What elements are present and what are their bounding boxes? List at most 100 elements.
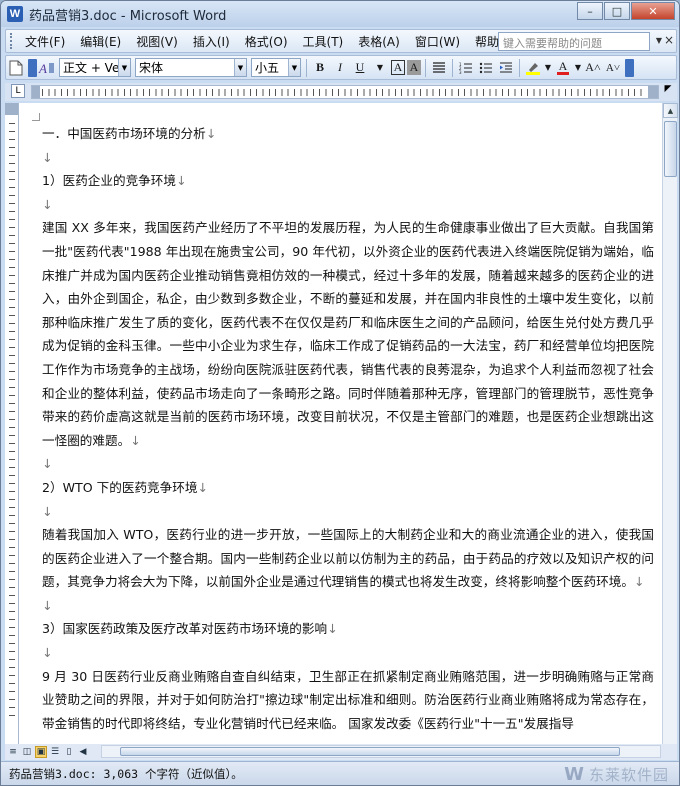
vertical-ruler[interactable] xyxy=(5,103,19,744)
grow-font-button[interactable]: A˄ xyxy=(584,58,602,78)
help-dropdown-arrow-icon[interactable]: ▼ xyxy=(656,36,662,45)
highlight-icon[interactable] xyxy=(524,58,542,78)
toolbar-separator xyxy=(306,58,307,77)
title-bar[interactable]: W 药品营销3.doc - Microsoft Word – □ ✕ xyxy=(1,1,679,27)
horizontal-scrollbar[interactable] xyxy=(101,745,661,758)
word-app-icon[interactable]: W xyxy=(7,6,23,22)
minimize-button[interactable]: – xyxy=(577,2,603,20)
watermark-logo-icon: W xyxy=(564,764,585,785)
toolbar-separator xyxy=(519,58,520,77)
menu-view[interactable]: 视图(V) xyxy=(131,31,183,52)
font-size-value: 小五 xyxy=(255,61,280,75)
hscroll-thumb[interactable] xyxy=(120,747,620,756)
empty-paragraph[interactable]: ↓ xyxy=(42,146,654,170)
web-layout-icon[interactable]: ◫ xyxy=(21,746,33,758)
watermark-text: 东莱软件园 xyxy=(588,766,669,784)
scroll-thumb[interactable] xyxy=(664,121,677,177)
print-layout-icon[interactable]: ▣ xyxy=(35,746,47,758)
chevron-down-icon[interactable]: ▼ xyxy=(288,59,300,76)
status-text: 药品营销3.doc: 3,063 个字符（近似值）。 xyxy=(9,767,243,781)
style-dropdown[interactable]: 正文 + Ver ▼ xyxy=(59,58,131,77)
heading-section[interactable]: 一．中国医药市场环境的分析↓ xyxy=(42,122,654,146)
word-window: W 药品营销3.doc - Microsoft Word – □ ✕ 文件(F)… xyxy=(0,0,680,786)
chevron-down-icon[interactable]: ▼ xyxy=(118,59,130,76)
vruler-ticks xyxy=(9,123,15,723)
empty-paragraph[interactable]: ↓ xyxy=(42,452,654,476)
styles-pane-icon[interactable]: A xyxy=(38,58,56,78)
normal-view-icon[interactable]: ≡ xyxy=(7,746,19,758)
underline-button[interactable]: U xyxy=(351,58,369,78)
char-border-button[interactable]: A xyxy=(391,60,405,75)
horizontal-ruler[interactable] xyxy=(31,85,659,99)
bold-button[interactable]: B xyxy=(311,58,329,78)
menu-insert[interactable]: 插入(I) xyxy=(188,31,235,52)
indent-icon[interactable] xyxy=(497,58,515,78)
shrink-font-button[interactable]: A˅ xyxy=(604,58,622,78)
body-paragraph-2[interactable]: 随着我国加入 WTO，医药行业的进一步开放，一些国际上的大制药企业和大的商业流通… xyxy=(42,523,654,594)
font-color-button[interactable]: A xyxy=(554,58,572,78)
chevron-down-icon[interactable]: ▼ xyxy=(234,59,246,76)
empty-paragraph[interactable]: ↓ xyxy=(42,500,654,524)
menu-table[interactable]: 表格(A) xyxy=(353,31,405,52)
window-controls: – □ ✕ xyxy=(577,2,675,20)
bullets-icon[interactable] xyxy=(477,58,495,78)
close-button[interactable]: ✕ xyxy=(631,2,675,20)
body-paragraph-3[interactable]: 9 月 30 日医药行业反商业贿赂自查自纠结束，卫生部正在抓紧制定商业贿赂范围，… xyxy=(42,665,654,736)
empty-paragraph[interactable]: ↓ xyxy=(42,641,654,665)
ruler-indent-marker-icon[interactable]: ◤ xyxy=(661,84,675,98)
view-and-hscroll-bar: ≡ ◫ ▣ ☰ ▯ ◀ xyxy=(5,744,677,760)
svg-text:3: 3 xyxy=(459,70,462,74)
crop-mark xyxy=(32,113,40,121)
highlight-dropdown-icon[interactable]: ▼ xyxy=(544,58,552,78)
underline-dropdown-icon[interactable]: ▼ xyxy=(371,58,389,78)
vruler-top-margin xyxy=(5,103,18,115)
font-color-swatch xyxy=(557,72,569,75)
char-shading-button[interactable]: A xyxy=(407,60,421,75)
svg-text:A: A xyxy=(38,61,47,76)
ruler-right-margin[interactable] xyxy=(648,86,658,98)
maximize-button[interactable]: □ xyxy=(604,2,630,20)
status-bar: 药品营销3.doc: 3,063 个字符（近似值）。 W 东莱软件园 xyxy=(1,761,679,785)
window-title: 药品营销3.doc - Microsoft Word xyxy=(29,8,227,24)
font-color-label: A xyxy=(558,59,568,73)
vertical-scrollbar[interactable]: ▲ xyxy=(662,103,678,744)
watermark: W 东莱软件园 xyxy=(564,764,669,785)
menubar-grip[interactable] xyxy=(10,33,16,49)
menu-file[interactable]: 文件(F) xyxy=(20,31,70,52)
toolbar-separator xyxy=(425,58,426,77)
help-search-input[interactable]: 键入需要帮助的问题 xyxy=(498,32,650,51)
ruler-row: L ◤ xyxy=(5,83,677,101)
subheading-2[interactable]: 2）WTO 下的医药竞争环境↓ xyxy=(42,476,654,500)
toolbar-options-icon[interactable] xyxy=(28,58,37,77)
new-document-icon[interactable] xyxy=(7,58,25,78)
menu-bar: 文件(F) 编辑(E) 视图(V) 插入(I) 格式(O) 工具(T) 表格(A… xyxy=(5,29,677,53)
body-paragraph-1[interactable]: 建国 XX 多年来，我国医药产业经历了不平坦的发展历程，为人民的生命健康事业做出… xyxy=(42,216,654,452)
toolbar-overflow-icon[interactable] xyxy=(625,58,634,77)
subheading-1[interactable]: 1）医药企业的竞争环境↓ xyxy=(42,169,654,193)
document-page[interactable]: 一．中国医药市场环境的分析↓ ↓ 1）医药企业的竞争环境↓ ↓ 建国 XX 多年… xyxy=(20,103,658,744)
toolbar-separator xyxy=(452,58,453,77)
menu-edit[interactable]: 编辑(E) xyxy=(75,31,126,52)
tab-selector-button[interactable]: L xyxy=(11,84,25,98)
empty-paragraph[interactable]: ↓ xyxy=(42,193,654,217)
subheading-3[interactable]: 3）国家医药政策及医疗改革对医药市场环境的影响↓ xyxy=(42,617,654,641)
ruler-left-margin[interactable] xyxy=(32,86,40,98)
close-document-button[interactable]: × xyxy=(664,33,674,47)
numbering-icon[interactable]: 123 xyxy=(457,58,475,78)
italic-button[interactable]: I xyxy=(331,58,349,78)
font-dropdown[interactable]: 宋体 ▼ xyxy=(135,58,247,77)
font-color-dropdown-icon[interactable]: ▼ xyxy=(574,58,582,78)
scroll-left-icon[interactable]: ◀ xyxy=(77,746,89,758)
outline-view-icon[interactable]: ☰ xyxy=(49,746,61,758)
font-value: 宋体 xyxy=(139,61,164,75)
font-size-dropdown[interactable]: 小五 ▼ xyxy=(251,58,301,77)
ruler-ticks xyxy=(42,89,646,96)
align-justify-icon[interactable] xyxy=(430,58,448,78)
scroll-up-icon[interactable]: ▲ xyxy=(663,103,678,118)
menu-window[interactable]: 窗口(W) xyxy=(410,31,465,52)
menu-format[interactable]: 格式(O) xyxy=(240,31,293,52)
empty-paragraph[interactable]: ↓ xyxy=(42,594,654,618)
document-body[interactable]: 一．中国医药市场环境的分析↓ ↓ 1）医药企业的竞争环境↓ ↓ 建国 XX 多年… xyxy=(42,122,654,735)
menu-tools[interactable]: 工具(T) xyxy=(298,31,349,52)
reading-layout-icon[interactable]: ▯ xyxy=(63,746,75,758)
